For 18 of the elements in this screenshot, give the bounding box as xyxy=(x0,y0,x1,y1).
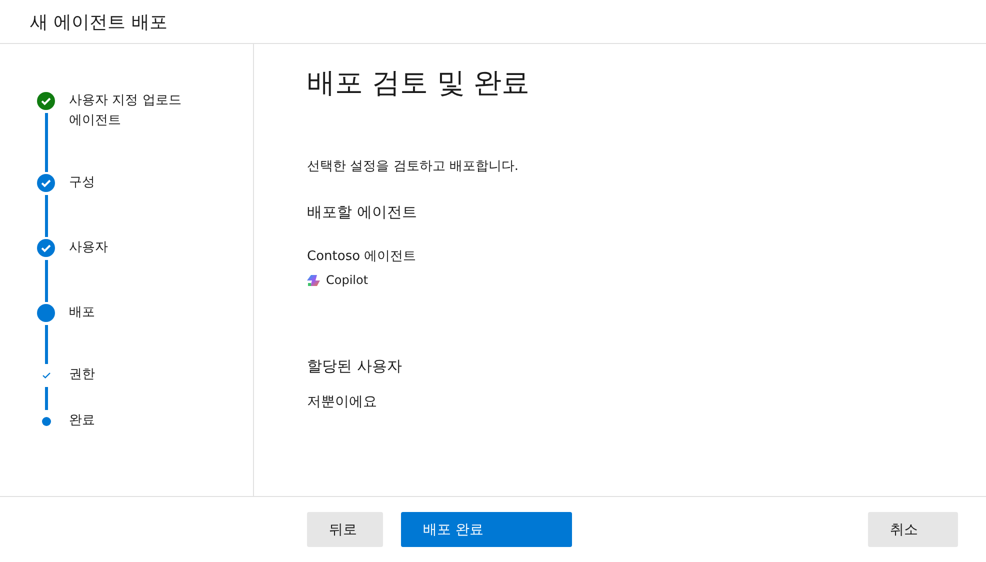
back-button[interactable]: 뒤로 xyxy=(307,512,383,547)
agent-name: Contoso 에이전트 xyxy=(307,248,418,265)
section-title: 할당된 사용자 xyxy=(307,357,403,376)
step-label[interactable]: 구성 xyxy=(69,173,197,239)
assigned-users-value: 저뿐이에요 xyxy=(307,393,378,411)
step-label[interactable]: 배포 xyxy=(69,303,197,366)
description-text: 선택한 설정을 검토하고 배포합니다. xyxy=(307,158,520,175)
cancel-button[interactable]: 취소 xyxy=(868,512,958,547)
step-label[interactable]: 사용자 지정 업로드 에이전트 xyxy=(69,91,197,174)
copilot-logo-icon xyxy=(307,274,320,286)
step-label[interactable]: 완료 xyxy=(69,411,197,442)
platform-label: Copilot xyxy=(326,273,368,287)
window-title: 새 에이전트 배포 xyxy=(30,10,168,34)
page-heading: 배포 검토 및 완료 xyxy=(307,65,531,101)
step-label[interactable]: 사용자 xyxy=(69,238,197,304)
finish-deployment-button[interactable]: 배포 완료 xyxy=(401,512,572,547)
step-label[interactable]: 권한 xyxy=(69,365,197,412)
section-title: 배포할 에이전트 xyxy=(307,203,418,222)
